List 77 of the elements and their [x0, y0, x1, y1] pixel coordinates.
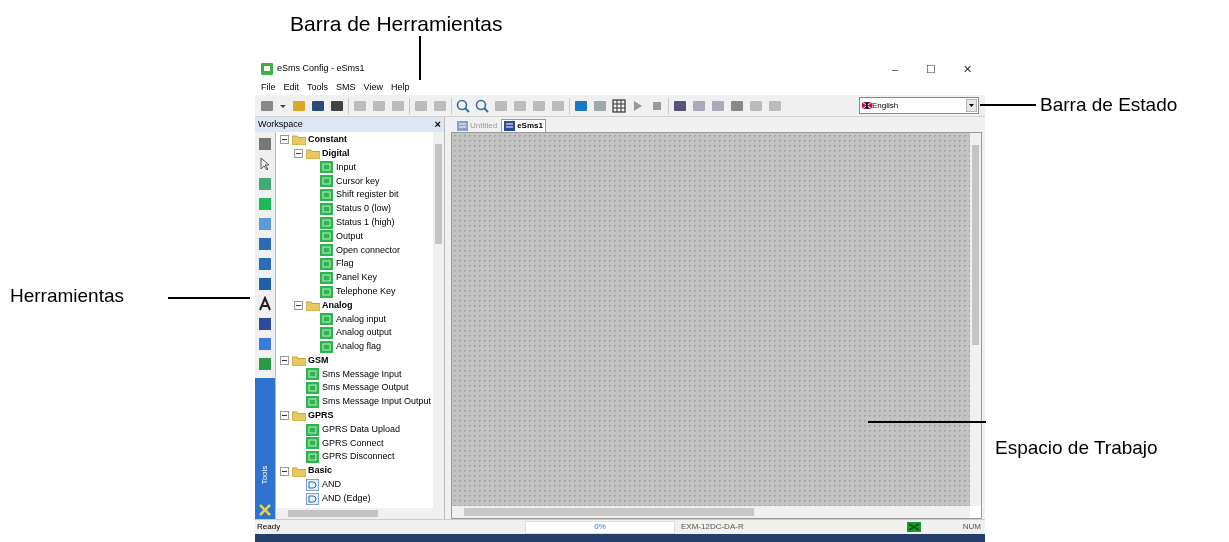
callout-label: Barra de Herramientas	[290, 11, 503, 37]
window-control[interactable]: ✕	[949, 60, 985, 78]
tree-item[interactable]: Analog flag	[336, 340, 382, 354]
tree-item[interactable]: GPRS	[308, 409, 334, 423]
app-icon	[261, 63, 273, 75]
progress-text: 0%	[594, 521, 606, 533]
status-text: Ready	[256, 521, 282, 533]
tree-item[interactable]: Flag	[336, 257, 354, 271]
window-title: eSms Config - eSms1	[277, 62, 365, 76]
zoom-out-icon[interactable]	[474, 97, 490, 114]
scroll-thumb[interactable]	[464, 508, 754, 516]
tools-icon	[258, 503, 272, 517]
gate-icon	[306, 478, 319, 491]
document-tab[interactable]: eSms1	[501, 119, 546, 132]
scrollbar[interactable]	[970, 133, 981, 506]
window-control[interactable]: –	[877, 60, 913, 78]
tree-item[interactable]: AND (Edge)	[322, 491, 371, 506]
text-tool-icon[interactable]	[257, 296, 273, 312]
tree-item[interactable]: Cursor key	[336, 174, 380, 189]
grid-icon[interactable]	[611, 97, 627, 114]
expander-icon[interactable]	[280, 466, 289, 476]
gate-icon	[306, 492, 319, 505]
panel-title: Workspace	[258, 117, 303, 131]
tree-item[interactable]: Analog output	[336, 326, 392, 340]
tree-item[interactable]: GPRS Data Upload	[322, 422, 401, 437]
tree-item[interactable]: Sms Message Output	[322, 381, 409, 395]
expander-icon[interactable]	[280, 411, 289, 421]
menu-item[interactable]: File	[261, 80, 276, 95]
expander-icon[interactable]	[280, 356, 289, 366]
tree-item[interactable]: GPRS Connect	[322, 436, 384, 451]
design-canvas[interactable]	[452, 133, 970, 506]
tree-item[interactable]: Shift register bit	[336, 188, 399, 202]
language-dropdown[interactable]: English	[859, 97, 979, 114]
tool-panel-tab[interactable]: Tools	[255, 378, 275, 519]
tree-item[interactable]: Analog	[322, 298, 353, 313]
connection-icon	[907, 522, 921, 532]
tree-item[interactable]: Panel Key	[336, 271, 378, 285]
callout-label: Herramientas	[10, 284, 125, 308]
dropdown-caret-icon[interactable]	[966, 99, 977, 112]
leader-line	[419, 36, 421, 80]
tree-item[interactable]: AND	[322, 478, 341, 492]
tree-item[interactable]: GPRS Disconnect	[322, 450, 395, 464]
tree-item[interactable]: Analog input	[336, 312, 387, 326]
menu-item[interactable]: Edit	[283, 80, 300, 95]
tree-item[interactable]: Sms Message Input Output	[322, 395, 432, 409]
tree-item[interactable]: GSM	[308, 353, 329, 368]
window-control[interactable]: ☐	[913, 60, 949, 78]
tree-item[interactable]: Open connector	[336, 243, 401, 257]
leader-line	[980, 104, 1036, 106]
menu-item[interactable]: SMS	[336, 80, 356, 95]
tree-item[interactable]: Telephone Key	[336, 284, 396, 299]
menu-item[interactable]: Help	[390, 80, 410, 95]
callout-label: Espacio de Trabajo	[995, 436, 1158, 460]
tree-item[interactable]: Constant	[308, 133, 347, 147]
device-name: EXM-12DC-DA-R	[681, 521, 744, 533]
scrollbar[interactable]	[276, 508, 444, 519]
close-button[interactable]: ×	[434, 119, 441, 130]
expander-icon[interactable]	[294, 300, 303, 310]
zoom-in-icon[interactable]	[455, 97, 471, 114]
tree-item[interactable]: Digital	[322, 146, 350, 161]
expander-icon[interactable]	[280, 135, 289, 145]
num-lock-indicator: NUM	[962, 521, 981, 533]
scroll-thumb[interactable]	[288, 510, 378, 517]
tree-item[interactable]: Basic	[308, 464, 333, 478]
tree-item[interactable]: Sms Message Input	[322, 367, 402, 382]
tree-item[interactable]: Output	[336, 229, 364, 244]
scroll-thumb[interactable]	[435, 144, 442, 244]
scroll-thumb[interactable]	[972, 145, 979, 345]
tree-item[interactable]: Status 0 (low)	[336, 202, 392, 216]
scrollbar[interactable]	[452, 506, 970, 518]
menu-item[interactable]: View	[363, 80, 383, 95]
callout-label: Barra de Estado	[1040, 93, 1178, 117]
tree-item[interactable]: Input	[336, 160, 357, 175]
menu-item[interactable]: Tools	[307, 80, 329, 95]
tree-item[interactable]: Status 1 (high)	[336, 215, 395, 230]
expander-icon[interactable]	[294, 149, 303, 159]
scrollbar[interactable]	[433, 132, 444, 508]
